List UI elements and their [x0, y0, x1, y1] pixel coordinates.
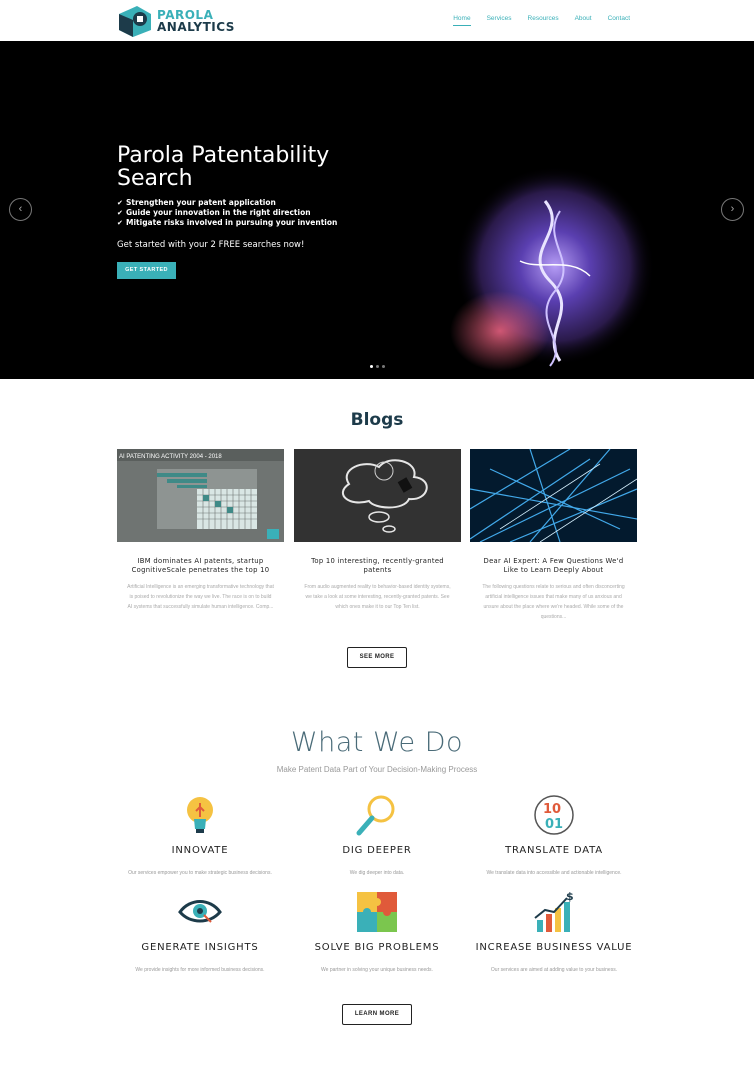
plasma-bulb-image: [450, 166, 655, 371]
feature-text: We partner in solving your unique busine…: [321, 967, 433, 973]
feature-translate-data: 10 01 TRANSLATE DATA We translate data i…: [454, 793, 654, 878]
slider-dots: [370, 365, 385, 368]
blog-title[interactable]: Top 10 interesting, recently-granted pat…: [294, 557, 461, 575]
feature-text: We translate data into accessible and ac…: [486, 870, 622, 876]
check-icon: ✔: [117, 219, 123, 227]
blog-excerpt: Artificial Intelligence is an emerging t…: [127, 584, 274, 610]
magnifier-icon: [354, 793, 400, 839]
hero-bullet: ✔ Mitigate risks involved in pursuing you…: [117, 218, 338, 227]
slider-dot[interactable]: [376, 365, 379, 368]
logo-line2: ANALYTICS: [157, 20, 235, 34]
feature-title: SOLVE BIG PROBLEMS: [314, 942, 440, 953]
blog-image-light-streaks[interactable]: [470, 449, 637, 542]
feature-solve-big-problems: SOLVE BIG PROBLEMS We partner in solving…: [277, 890, 477, 975]
feature-generate-insights: GENERATE INSIGHTS We provide insights fo…: [100, 890, 300, 975]
chevron-right-icon[interactable]: ›: [721, 198, 744, 221]
svg-text:$: $: [566, 890, 574, 903]
hero-bullets: ✔ Strengthen your patent application ✔ Gui…: [117, 198, 337, 228]
hero-bullet: ✔ Guide your innovation in the right dire…: [117, 208, 311, 217]
lightbulb-icon: [177, 793, 223, 839]
growth-chart-icon: $: [531, 890, 577, 936]
binary-icon: 10 01: [531, 793, 577, 839]
site-header: PAROLA ANALYTICS Home Services Resources…: [0, 0, 754, 41]
nav-contact[interactable]: Contact: [608, 15, 630, 26]
slider-dot[interactable]: [382, 365, 385, 368]
see-more-button[interactable]: SEE MORE: [347, 647, 407, 668]
blog-image-chart[interactable]: AI PATENTING ACTIVITY 2004 - 2018: [117, 449, 284, 542]
hero-title: Parola Patentability Search: [117, 143, 330, 191]
feature-text: Our services empower you to make strateg…: [128, 870, 272, 876]
nav-resources[interactable]: Resources: [528, 15, 559, 26]
check-icon: ✔: [117, 199, 123, 207]
svg-text:AI PATENTING ACTIVITY 2004 - 2: AI PATENTING ACTIVITY 2004 - 2018: [119, 454, 222, 460]
nav-services[interactable]: Services: [487, 15, 512, 26]
svg-text:01: 01: [545, 817, 563, 832]
logo-mark-icon: [117, 4, 153, 38]
feature-text: We dig deeper into data.: [349, 870, 405, 876]
blog-title[interactable]: IBM dominates AI patents, startup Cognit…: [117, 557, 284, 575]
feature-increase-business-value: $ INCREASE BUSINESS VALUE Our services a…: [454, 890, 654, 975]
nav-home[interactable]: Home: [453, 15, 471, 26]
feature-dig-deeper: DIG DEEPER We dig deeper into data.: [277, 793, 477, 878]
feature-title: TRANSLATE DATA: [505, 845, 603, 856]
hero-bullet: ✔ Strengthen your patent application: [117, 198, 276, 207]
blog-card[interactable]: Top 10 interesting, recently-granted pat…: [294, 449, 461, 612]
blog-excerpt: The following questions relate to seriou…: [482, 584, 625, 620]
logo[interactable]: PAROLA ANALYTICS: [117, 3, 234, 39]
eye-icon: [177, 890, 223, 936]
check-icon: ✔: [117, 209, 123, 217]
hero-slider: Parola Patentability Search ✔ Strengthen …: [0, 41, 754, 379]
get-started-button[interactable]: GET STARTED: [117, 262, 176, 279]
blog-card[interactable]: Dear AI Expert: A Few Questions We'd Lik…: [470, 449, 637, 622]
blog-title[interactable]: Dear AI Expert: A Few Questions We'd Lik…: [470, 557, 637, 575]
feature-title: DIG DEEPER: [342, 845, 412, 856]
svg-text:10: 10: [543, 802, 561, 817]
chevron-left-icon[interactable]: ‹: [9, 198, 32, 221]
feature-title: INCREASE BUSINESS VALUE: [475, 942, 633, 953]
feature-text: Our services are aimed at adding value t…: [490, 967, 618, 973]
feature-innovate: INNOVATE Our services empower you to mak…: [100, 793, 300, 878]
puzzle-icon: [354, 890, 400, 936]
hero-cta-text: Get started with your 2 FREE searches no…: [117, 240, 305, 250]
learn-more-button[interactable]: LEARN MORE: [342, 1004, 412, 1025]
feature-text: We provide insights for more informed bu…: [135, 967, 265, 973]
what-we-do-subtitle: Make Patent Data Part of Your Decision-M…: [276, 765, 478, 774]
main-nav: Home Services Resources About Contact: [437, 15, 630, 26]
blog-excerpt: From audio augmented reality to behavior…: [304, 584, 451, 610]
what-we-do-title: What We Do: [290, 727, 464, 758]
blog-image-chalkboard[interactable]: [294, 449, 461, 542]
nav-about[interactable]: About: [575, 15, 592, 26]
blogs-title: Blogs: [350, 410, 404, 430]
feature-title: GENERATE INSIGHTS: [141, 942, 259, 953]
feature-title: INNOVATE: [171, 845, 229, 856]
blog-card[interactable]: AI PATENTING ACTIVITY 2004 - 2018 IBM do…: [117, 449, 284, 612]
slider-dot[interactable]: [370, 365, 373, 368]
